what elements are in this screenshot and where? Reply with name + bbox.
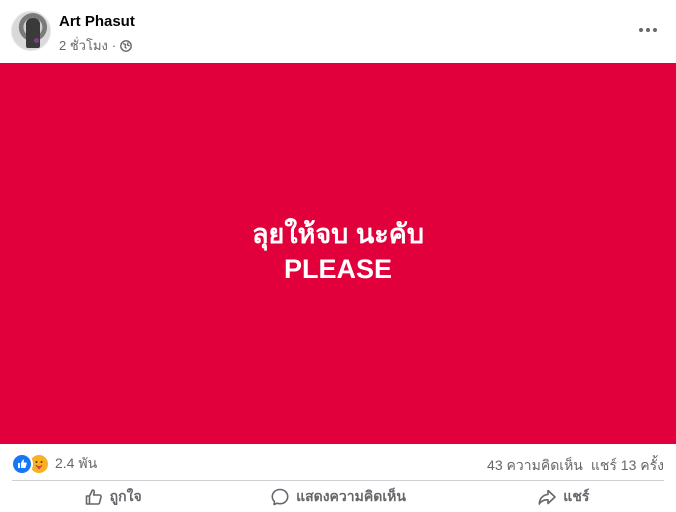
post-stats: 2.4 พัน 43 ความคิดเห็น แชร์ 13 ครั้ง (0, 444, 676, 482)
reaction-count: 2.4 พัน (55, 455, 98, 471)
meta-separator: · (111, 38, 117, 53)
post-header: Art Phasut 2 ชั่วโมง · (0, 0, 676, 63)
share-arrow-icon (538, 489, 557, 505)
globe-icon[interactable] (120, 39, 133, 52)
comment-count[interactable]: 43 ความคิดเห็น (487, 455, 583, 477)
media-text-line2: PLEASE (283, 253, 393, 284)
post-media[interactable]: ลุยให้จบ นะคับ PLEASE (0, 63, 676, 444)
post-card: Art Phasut 2 ชั่วโมง · ลุยให้จบ นะคับ PL… (0, 0, 676, 512)
comment-button[interactable]: แสดงความคิดเห็น (225, 481, 450, 512)
share-count[interactable]: แชร์ 13 ครั้ง (591, 455, 664, 477)
share-button-label: แชร์ (563, 487, 590, 504)
media-text-line1: ลุยให้จบ นะคับ (252, 218, 424, 249)
like-button-label: ถูกใจ (109, 487, 142, 504)
post-timestamp[interactable]: 2 ชั่วโมง (59, 35, 108, 56)
comment-bubble-icon (271, 488, 289, 505)
like-reaction-icon (11, 453, 33, 475)
reactions-summary[interactable]: 2.4 พัน (11, 453, 97, 475)
author-name[interactable]: Art Phasut (59, 13, 135, 30)
more-options-icon[interactable] (632, 16, 664, 44)
post-meta: 2 ชั่วโมง · (59, 35, 133, 56)
avatar[interactable] (11, 11, 51, 51)
thumbs-up-icon (85, 488, 102, 505)
post-actions: ถูกใจ แสดงความคิดเห็น แชร์ (0, 481, 676, 512)
engagement-counts: 43 ความคิดเห็น แชร์ 13 ครั้ง (487, 455, 664, 477)
like-button[interactable]: ถูกใจ (0, 481, 225, 512)
comment-button-label: แสดงความคิดเห็น (296, 487, 406, 504)
share-button[interactable]: แชร์ (451, 481, 676, 512)
